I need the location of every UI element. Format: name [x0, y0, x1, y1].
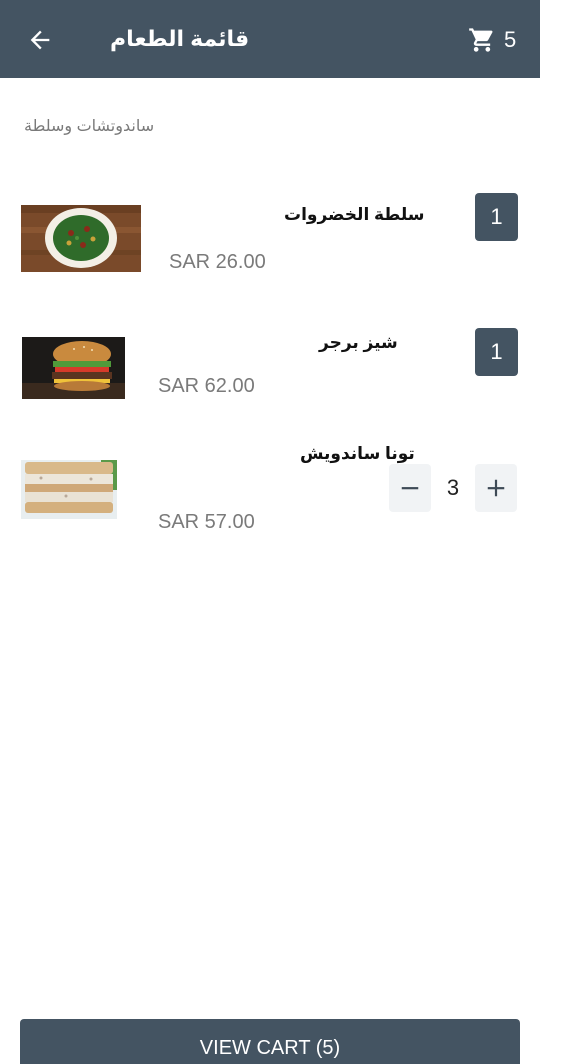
cart-button[interactable]: 5	[468, 24, 516, 56]
back-button[interactable]	[24, 24, 56, 56]
item-price: SAR 57.00	[158, 511, 255, 533]
arrow-left-icon	[30, 30, 50, 50]
increase-quantity-button[interactable]	[475, 464, 517, 512]
list-item[interactable]: تونا ساندويش SAR 57.00 3	[0, 430, 540, 540]
item-price: SAR 62.00	[158, 375, 255, 397]
quantity-value: 1	[490, 204, 503, 229]
item-name: تونا ساندويش	[300, 444, 415, 463]
quantity-value: 1	[490, 339, 503, 364]
minus-icon	[401, 487, 419, 490]
list-item[interactable]: سلطة الخضروات SAR 26.00 1	[0, 180, 540, 290]
quantity-value: 3	[446, 475, 460, 500]
cheeseburger-photo	[22, 337, 125, 399]
item-price: SAR 26.00	[169, 251, 266, 273]
salad-bowl-photo	[21, 205, 141, 272]
decrease-quantity-button[interactable]	[389, 464, 431, 512]
screen-edge	[540, 0, 568, 1064]
list-item[interactable]: شيز برجر SAR 62.00 1	[0, 320, 540, 420]
category-label: ساندوتشات وسلطة	[24, 118, 155, 135]
page-title: قائمة الطعام	[110, 26, 250, 51]
cart-count: 5	[504, 27, 517, 52]
quantity-badge[interactable]: 1	[475, 193, 518, 241]
view-cart-label: VIEW CART (5)	[199, 1037, 341, 1059]
app-header: قائمة الطعام 5	[0, 0, 540, 78]
item-name: سلطة الخضروات	[284, 205, 425, 224]
view-cart-button[interactable]: VIEW CART (5)	[20, 1019, 520, 1064]
tuna-sandwich-photo	[21, 460, 117, 519]
plus-icon	[487, 479, 505, 497]
menu-screen: قائمة الطعام 5 ساندوتشات وسلطة سلطة الخض…	[0, 0, 568, 1064]
quantity-badge[interactable]: 1	[475, 328, 518, 376]
item-name: شيز برجر	[319, 333, 398, 352]
cart-icon	[468, 26, 496, 54]
